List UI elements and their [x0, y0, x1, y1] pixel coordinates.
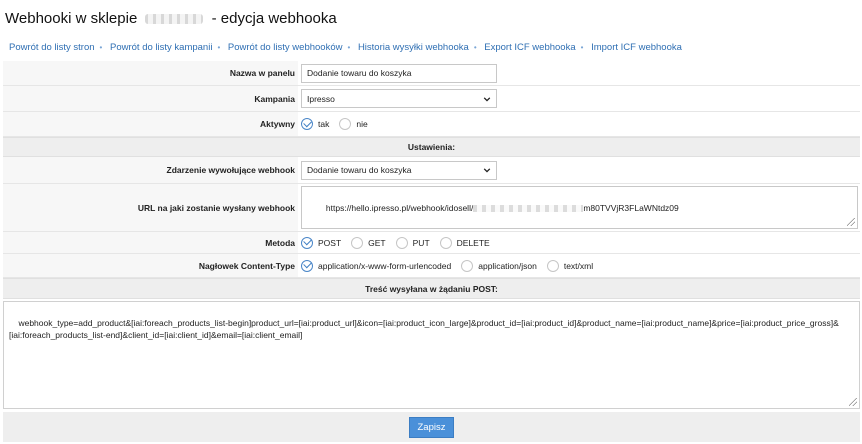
chevron-down-icon: [483, 168, 491, 173]
radio-label: PUT: [412, 237, 430, 248]
radio-content-type-urlencoded[interactable]: application/x-www-form-urlencoded: [301, 259, 452, 272]
radio-method-post[interactable]: POST: [301, 236, 342, 249]
radio-label: DELETE: [456, 237, 490, 248]
radio-content-type-xml[interactable]: text/xml: [546, 259, 594, 272]
name-input[interactable]: Dodanie towaru do koszyka: [301, 63, 497, 83]
link-export-icf[interactable]: Export ICF webhooka: [484, 42, 575, 53]
webhook-form: Nazwa w panelu Dodanie towaru do koszyka…: [3, 61, 860, 409]
radio-circle: [339, 118, 352, 130]
radio-method-get[interactable]: GET: [351, 236, 386, 249]
event-select-value: Dodanie towaru do koszyka: [307, 165, 412, 175]
event-select[interactable]: Dodanie towaru do koszyka: [301, 160, 497, 180]
radio-label: text/xml: [563, 260, 594, 271]
row-name: Nazwa w panelu Dodanie towaru do koszyka: [3, 61, 860, 86]
body-textarea-value: webhook_type=add_product&[iai:foreach_pr…: [9, 318, 839, 340]
url-textarea[interactable]: https://hello.ipresso.pl/webhook/idosell…: [301, 186, 858, 229]
radio-method-delete[interactable]: DELETE: [439, 236, 490, 249]
row-campaign: Kampania Ipresso: [3, 86, 860, 112]
link-back-to-webhooks[interactable]: Powrót do listy webhooków: [228, 42, 343, 53]
radio-active-no[interactable]: nie: [339, 118, 368, 130]
url-suffix: m80TVVjR3FLaWNtdz09: [583, 203, 679, 213]
check-icon: [301, 118, 313, 130]
campaign-select-value: Ipresso: [307, 93, 335, 104]
body-textarea[interactable]: webhook_type=add_product&[iai:foreach_pr…: [3, 301, 860, 409]
link-separator: •: [217, 43, 221, 52]
link-back-to-pages[interactable]: Powrót do listy stron: [9, 42, 95, 53]
link-separator: •: [99, 43, 103, 52]
chevron-down-icon: [483, 96, 491, 102]
event-label: Zdarzenie wywołujące webhook: [3, 157, 298, 183]
row-active: Aktywny tak nie: [3, 112, 860, 137]
resize-handle-icon[interactable]: [849, 398, 857, 406]
redacted-shop-name: [145, 14, 204, 25]
row-method: Metoda POST GET PUT DELETE: [3, 232, 860, 254]
url-label: URL na jaki zostanie wysłany webhook: [3, 184, 298, 231]
page-title-suffix: - edycja webhooka: [211, 10, 337, 27]
name-input-value: Dodanie towaru do koszyka: [307, 68, 412, 78]
form-footer: Zapisz: [3, 412, 860, 442]
link-webhook-history[interactable]: Historia wysyłki webhooka: [358, 42, 469, 53]
check-icon: [301, 259, 313, 272]
body-section-header: Treść wysyłana w żądaniu POST:: [3, 278, 860, 299]
radio-label: application/json: [478, 260, 537, 271]
row-url: URL na jaki zostanie wysłany webhook htt…: [3, 184, 860, 232]
check-icon: [301, 236, 313, 249]
radio-label: GET: [368, 237, 386, 248]
radio-circle: [546, 259, 559, 272]
radio-label: application/x-www-form-urlencoded: [318, 260, 452, 271]
campaign-select[interactable]: Ipresso: [301, 89, 497, 108]
page-title: Webhooki w sklepie - edycja webhooka: [5, 10, 337, 27]
radio-label: tak: [318, 119, 330, 129]
link-separator: •: [580, 43, 584, 52]
breadcrumb: Powrót do listy stron • Powrót do listy k…: [9, 42, 682, 53]
active-label: Aktywny: [3, 112, 298, 136]
method-label: Metoda: [3, 232, 298, 253]
link-separator: •: [473, 43, 477, 52]
radio-circle: [439, 236, 452, 249]
resize-handle-icon[interactable]: [847, 218, 855, 226]
page-title-prefix: Webhooki w sklepie: [5, 10, 138, 27]
name-label: Nazwa w panelu: [3, 61, 298, 85]
radio-method-put[interactable]: PUT: [395, 236, 430, 249]
link-separator: •: [347, 43, 351, 52]
radio-label: nie: [356, 119, 368, 129]
campaign-label: Kampania: [3, 86, 298, 111]
radio-circle: [351, 236, 364, 249]
radio-content-type-json[interactable]: application/json: [461, 259, 537, 272]
redacted-url-part: [473, 205, 584, 213]
content-type-label: Nagłowek Content-Type: [3, 254, 298, 277]
row-content-type: Nagłowek Content-Type application/x-www-…: [3, 254, 860, 278]
settings-section-header: Ustawienia:: [3, 137, 860, 157]
radio-circle: [395, 236, 408, 249]
link-import-icf[interactable]: Import ICF webhooka: [591, 42, 682, 53]
url-prefix: https://hello.ipresso.pl/webhook/idosell…: [325, 203, 474, 213]
radio-circle: [461, 259, 474, 272]
save-button[interactable]: Zapisz: [408, 416, 455, 438]
row-event: Zdarzenie wywołujące webhook Dodanie tow…: [3, 157, 860, 184]
link-back-to-campaigns[interactable]: Powrót do listy kampanii: [110, 42, 212, 53]
radio-label: POST: [318, 237, 342, 248]
radio-active-yes[interactable]: tak: [301, 118, 329, 130]
